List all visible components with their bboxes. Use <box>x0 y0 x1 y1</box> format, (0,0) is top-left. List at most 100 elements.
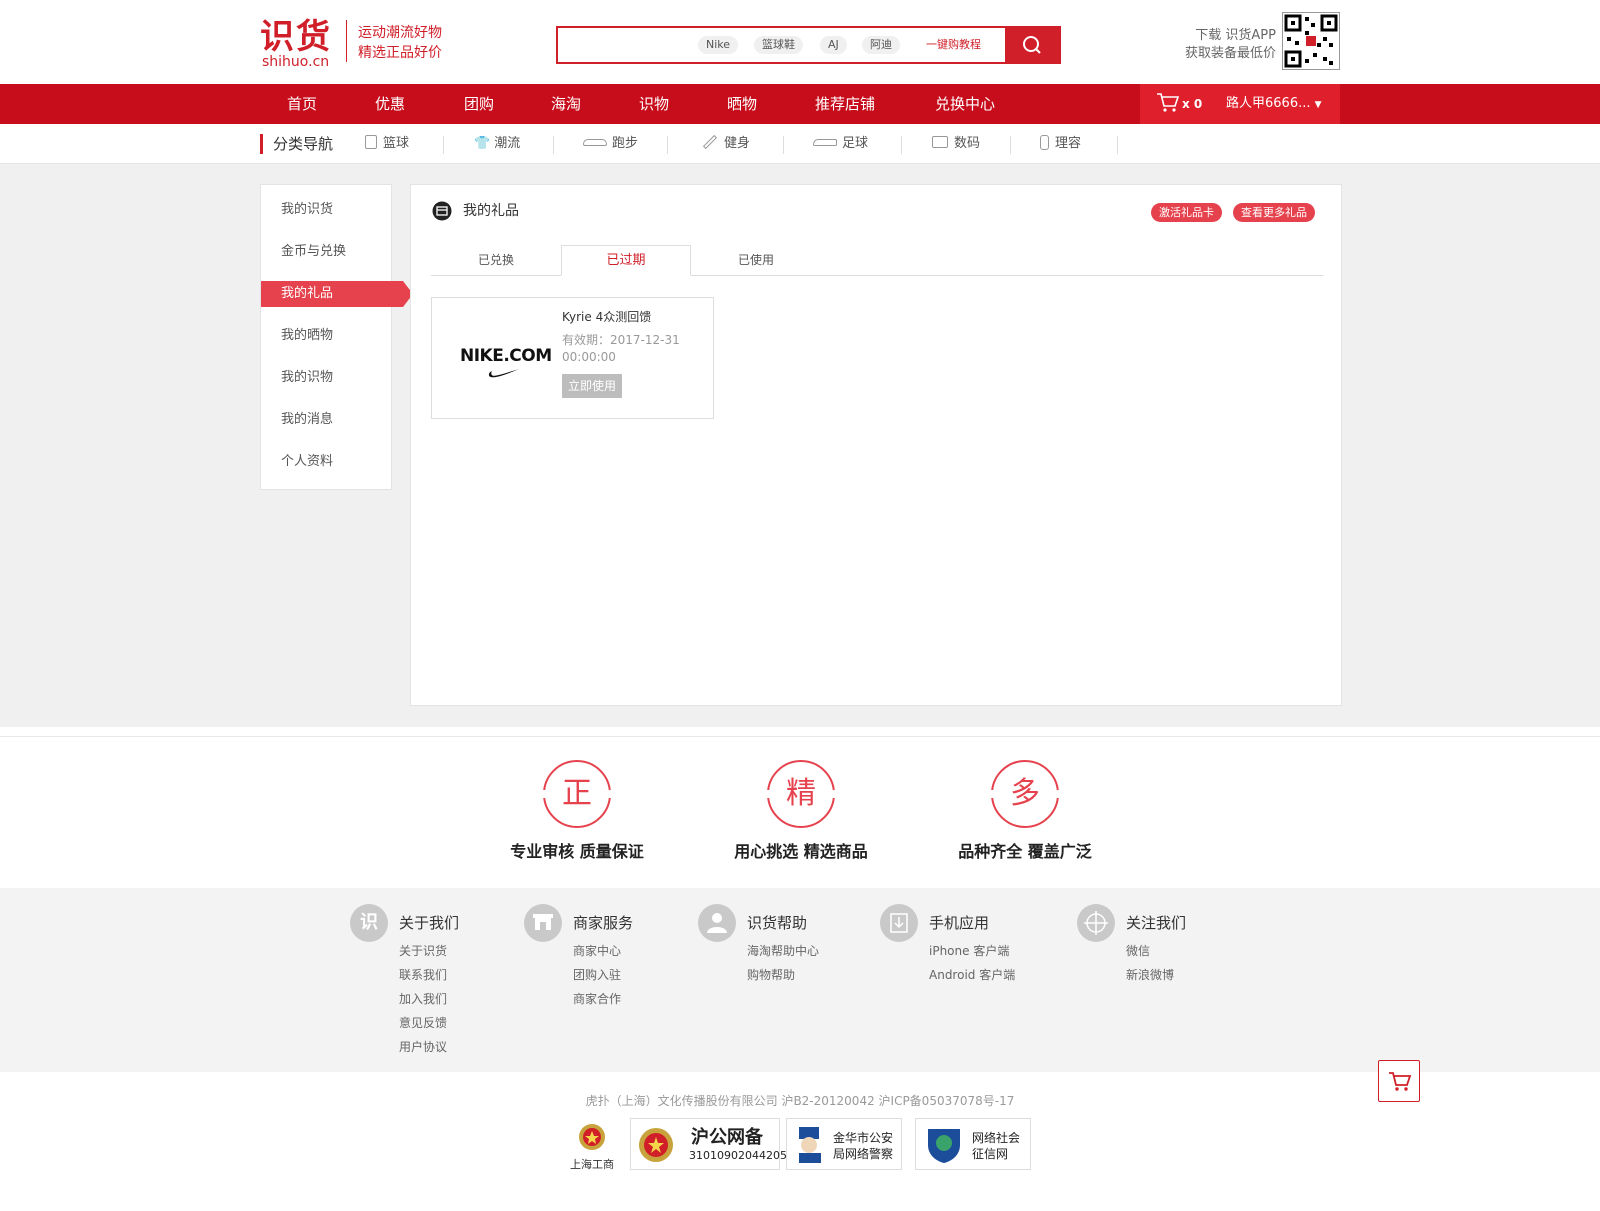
jinhua-police-badge[interactable]: 金华市公安 局网络警察 <box>786 1118 902 1170</box>
authentic-icon: 正 <box>537 760 617 828</box>
category-grooming[interactable]: 理容 <box>1040 124 1081 164</box>
sidebar-item-my-shaiwu[interactable]: 我的晒物 <box>261 323 392 349</box>
sidebar-item-coins[interactable]: 金币与兑换 <box>261 239 392 265</box>
tab-expired[interactable]: 已过期 <box>561 245 691 276</box>
sidebar-item-my-shiwu[interactable]: 我的识物 <box>261 365 392 391</box>
panel-title: 我的礼品 <box>463 203 519 219</box>
footer-col-title: 识货帮助 <box>747 914 808 932</box>
feature-variety: 多 品种齐全 覆盖广泛 <box>935 760 1115 862</box>
sidebar-item-my-shihuo[interactable]: 我的识货 <box>261 197 392 223</box>
footer-link[interactable]: 加入我们 <box>399 990 447 1007</box>
variety-icon: 多 <box>985 760 1065 828</box>
nav-deals[interactable]: 优惠 <box>375 84 405 124</box>
badge-subtitle: 征信网 <box>972 1147 1009 1161</box>
slogan-line-1: 运动潮流好物 <box>358 25 442 41</box>
activate-gift-card-button[interactable]: 激活礼品卡 <box>1151 203 1222 222</box>
category-nav-title: 分类导航 <box>260 134 333 154</box>
category-fitness[interactable]: 健身 <box>702 124 750 164</box>
footer-link[interactable]: 意见反馈 <box>399 1014 447 1031</box>
divider <box>553 136 554 154</box>
footer-link[interactable]: 关于识货 <box>399 942 447 959</box>
credit-network-badge[interactable]: 网络社会 征信网 <box>915 1118 1031 1170</box>
qr-code-icon <box>1284 14 1338 68</box>
category-label: 数码 <box>954 136 981 151</box>
user-menu[interactable]: 路人甲6666... ▼ <box>1226 84 1322 125</box>
search-tag[interactable]: 篮球鞋 <box>754 36 803 54</box>
footer-link[interactable]: 新浪微博 <box>1126 966 1174 983</box>
feature-text: 品种齐全 覆盖广泛 <box>958 842 1092 861</box>
footer-link[interactable]: 联系我们 <box>399 966 447 983</box>
nav-shiwu[interactable]: 识物 <box>639 84 669 124</box>
shanghai-aic-badge[interactable]: 上海工商 <box>566 1122 618 1172</box>
footer-link[interactable]: 微信 <box>1126 942 1150 959</box>
category-bar: 分类导航 篮球 👕 潮流 跑步 健身 足球 数码 理容 <box>0 124 1600 164</box>
category-football[interactable]: 足球 <box>813 124 868 164</box>
gift-name: Kyrie 4众测回馈 <box>562 310 652 324</box>
category-label: 理容 <box>1055 136 1082 151</box>
category-fashion[interactable]: 👕 潮流 <box>474 124 520 164</box>
logo[interactable]: 识货 <box>260 18 332 56</box>
divider <box>667 136 668 154</box>
footer-link[interactable]: 用户协议 <box>399 1038 447 1055</box>
category-label: 跑步 <box>612 136 639 151</box>
nav-haitao[interactable]: 海淘 <box>551 84 581 124</box>
tshirt-icon: 👕 <box>474 136 491 151</box>
sidebar-item-my-gifts[interactable]: 我的礼品 <box>261 281 413 307</box>
one-click-tutorial-link[interactable]: 一键购教程 <box>926 36 981 54</box>
footer-link[interactable]: 商家合作 <box>573 990 621 1007</box>
user-name: 路人甲6666... <box>1226 96 1311 111</box>
badge-title: 金华市公安 <box>833 1131 894 1145</box>
cart-icon <box>1389 1072 1412 1091</box>
brand-logo: NIKE.COM <box>460 346 552 366</box>
category-label: 足球 <box>842 136 869 151</box>
police-filing-badge[interactable]: 沪公网备 31010902044205 <box>630 1118 787 1170</box>
tab-used[interactable]: 已使用 <box>691 245 821 276</box>
footer-link[interactable]: 购物帮助 <box>747 966 795 983</box>
search-box[interactable]: Nike 篮球鞋 AJ 阿迪 一键购教程 <box>556 26 1061 64</box>
gift-card: NIKE.COM Kyrie 4众测回馈 有效期：2017-12-31 00:0… <box>431 297 714 419</box>
footer-col-title: 关注我们 <box>1126 914 1187 932</box>
camera-icon <box>932 136 948 148</box>
use-now-button: 立即使用 <box>562 374 623 398</box>
footer-link[interactable]: 海淘帮助中心 <box>747 942 819 959</box>
nav-exchange-center[interactable]: 兑换中心 <box>935 84 995 124</box>
nav-user-area: x 0 路人甲6666... ▼ <box>1140 84 1340 124</box>
gift-panel: 我的礼品 激活礼品卡 查看更多礼品 已兑换 已过期 已使用 NIKE.COM K… <box>410 184 1342 706</box>
copyright: 虎扑（上海）文化传播股份有限公司 沪B2-20120042 沪ICP备05037… <box>585 1094 1015 1108</box>
nav-group-buy[interactable]: 团购 <box>464 84 494 124</box>
nav-home[interactable]: 首页 <box>287 84 317 124</box>
logo-domain: shihuo.cn <box>262 54 330 70</box>
category-running[interactable]: 跑步 <box>583 124 638 164</box>
nav-shaiwu[interactable]: 晒物 <box>727 84 757 124</box>
search-tag[interactable]: 阿迪 <box>862 36 900 54</box>
search-button[interactable] <box>1005 28 1059 62</box>
nav-recommended-stores[interactable]: 推荐店铺 <box>815 84 875 124</box>
category-label: 潮流 <box>494 136 521 151</box>
view-more-gifts-button[interactable]: 查看更多礼品 <box>1233 203 1315 222</box>
divider <box>443 136 444 154</box>
divider <box>1010 136 1011 154</box>
police-officer-icon <box>799 1127 821 1163</box>
football-boot-icon <box>813 139 837 146</box>
tab-redeemed[interactable]: 已兑换 <box>431 245 561 276</box>
search-tag[interactable]: Nike <box>698 36 739 54</box>
police-emblem-icon <box>639 1128 673 1162</box>
category-basketball[interactable]: 篮球 <box>365 124 409 164</box>
sidebar-item-messages[interactable]: 我的消息 <box>261 407 392 433</box>
razor-icon <box>1040 135 1049 150</box>
footer-link[interactable]: Android 客户端 <box>929 966 1015 983</box>
cart-icon[interactable] <box>1156 92 1180 114</box>
slogan-line-2: 精选正品好价 <box>358 45 442 61</box>
cart-count[interactable]: x 0 <box>1182 84 1202 124</box>
footer-link[interactable]: 商家中心 <box>573 942 621 959</box>
footer-link[interactable]: iPhone 客户端 <box>929 942 1009 959</box>
search-tag[interactable]: AJ <box>820 36 847 54</box>
badge-title: 网络社会 <box>972 1131 1021 1145</box>
category-digital[interactable]: 数码 <box>932 124 980 164</box>
footer-col-title: 商家服务 <box>573 914 634 932</box>
main-nav: 首页 优惠 团购 海淘 识物 晒物 推荐店铺 兑换中心 x 0 路人甲6666.… <box>0 84 1600 124</box>
sidebar-item-profile[interactable]: 个人资料 <box>261 449 392 475</box>
footer-link[interactable]: 团购入驻 <box>573 966 621 983</box>
badge-label: 上海工商 <box>570 1158 614 1171</box>
floating-cart-button[interactable] <box>1378 1060 1420 1102</box>
